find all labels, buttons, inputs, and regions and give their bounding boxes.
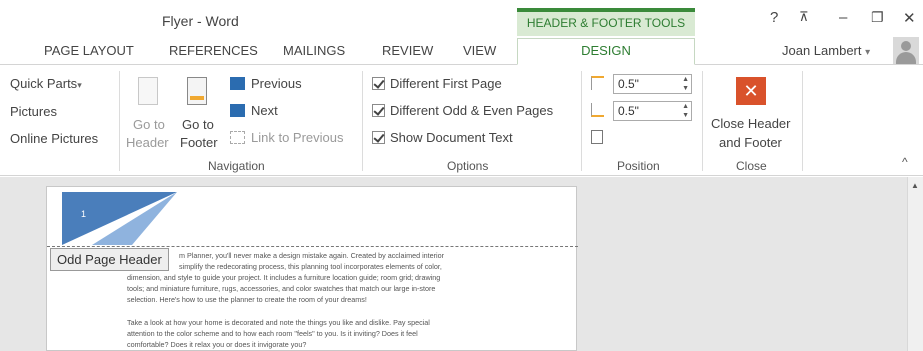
paragraph-2[interactable]: Take a look at how your home is decorate… [127,317,517,350]
options-group-label: Options [447,159,489,173]
go-to-footer-icon [187,77,207,105]
footer-position-icon [591,103,604,117]
next-icon [230,104,245,117]
position-group-label: Position [617,159,660,173]
go-to-footer-button[interactable]: Footer [180,135,218,150]
avatar[interactable] [893,37,919,64]
quick-parts-button[interactable]: Quick Parts▾ [10,76,82,91]
go-to-header-line1: Go to [133,117,165,132]
window-title: Flyer - Word [162,13,239,29]
paragraph-1-cont[interactable]: dimension, and style to guide your proje… [127,272,517,305]
document-area: 1 Odd Page Header m Planner, you'll neve… [0,177,923,351]
scroll-up-icon[interactable]: ▲ [911,181,919,190]
link-icon [230,131,245,144]
tab-design[interactable]: DESIGN [517,38,695,65]
minimize-icon[interactable]: – [839,9,847,26]
page-number: 1 [81,209,87,219]
paragraph-1[interactable]: m Planner, you'll never make a design mi… [127,250,517,272]
go-to-header-icon [138,77,158,105]
tab-view[interactable]: VIEW [463,43,496,58]
different-odd-even-checkbox[interactable]: Different Odd & Even Pages [372,103,553,118]
ribbon: Quick Parts▾ Pictures Online Pictures Go… [0,64,923,176]
chevron-down-icon: ▾ [77,80,82,90]
divider [702,71,703,171]
previous-button[interactable]: Previous [230,76,302,91]
link-to-previous-button[interactable]: Link to Previous [230,130,344,145]
header-position-icon [591,76,604,90]
vertical-scrollbar[interactable]: ▲ [907,177,923,351]
pictures-button[interactable]: Pictures [10,104,57,119]
navigation-group-label: Navigation [208,159,265,173]
tab-review[interactable]: REVIEW [382,43,433,58]
restore-icon[interactable]: ❐ [871,9,884,26]
insert-alignment-tab-icon[interactable] [591,130,603,144]
divider [119,71,120,171]
document-page[interactable]: 1 Odd Page Header m Planner, you'll neve… [46,186,578,351]
footer-from-bottom-input[interactable]: 0.5" ▲ ▼ [613,101,692,121]
tab-references[interactable]: REFERENCES [169,43,258,58]
header-boundary [47,246,578,247]
next-button[interactable]: Next [230,103,278,118]
divider [362,71,363,171]
header-footer-tools-label: HEADER & FOOTER TOOLS [517,8,695,36]
close-window-icon[interactable]: ✕ [903,9,916,27]
close-header-footer-icon[interactable]: ✕ [736,77,766,105]
tab-page-layout[interactable]: PAGE LAYOUT [44,43,134,58]
show-document-text-checkbox[interactable]: Show Document Text [372,130,513,145]
close-header-footer-button[interactable]: and Footer [719,135,782,150]
collapse-ribbon-icon[interactable]: ^ [902,155,908,169]
title-bar: Flyer - Word HEADER & FOOTER TOOLS ? ⊼ –… [0,0,923,38]
previous-icon [230,77,245,90]
user-caret-icon: ▾ [865,47,871,58]
go-to-footer-line1: Go to [182,117,214,132]
close-group-label: Close [736,159,767,173]
divider [581,71,582,171]
help-icon[interactable]: ? [770,9,778,26]
divider [802,71,803,171]
ribbon-display-options-icon[interactable]: ⊼ [799,9,809,25]
go-to-header-button[interactable]: Header [126,135,169,150]
online-pictures-button[interactable]: Online Pictures [10,131,98,146]
tab-mailings[interactable]: MAILINGS [283,43,345,58]
header-from-top-input[interactable]: 0.5" ▲ ▼ [613,74,692,94]
user-name[interactable]: Joan Lambert ▾ [782,43,870,58]
close-header-footer-line1[interactable]: Close Header [711,116,791,131]
different-first-page-checkbox[interactable]: Different First Page [372,76,502,91]
